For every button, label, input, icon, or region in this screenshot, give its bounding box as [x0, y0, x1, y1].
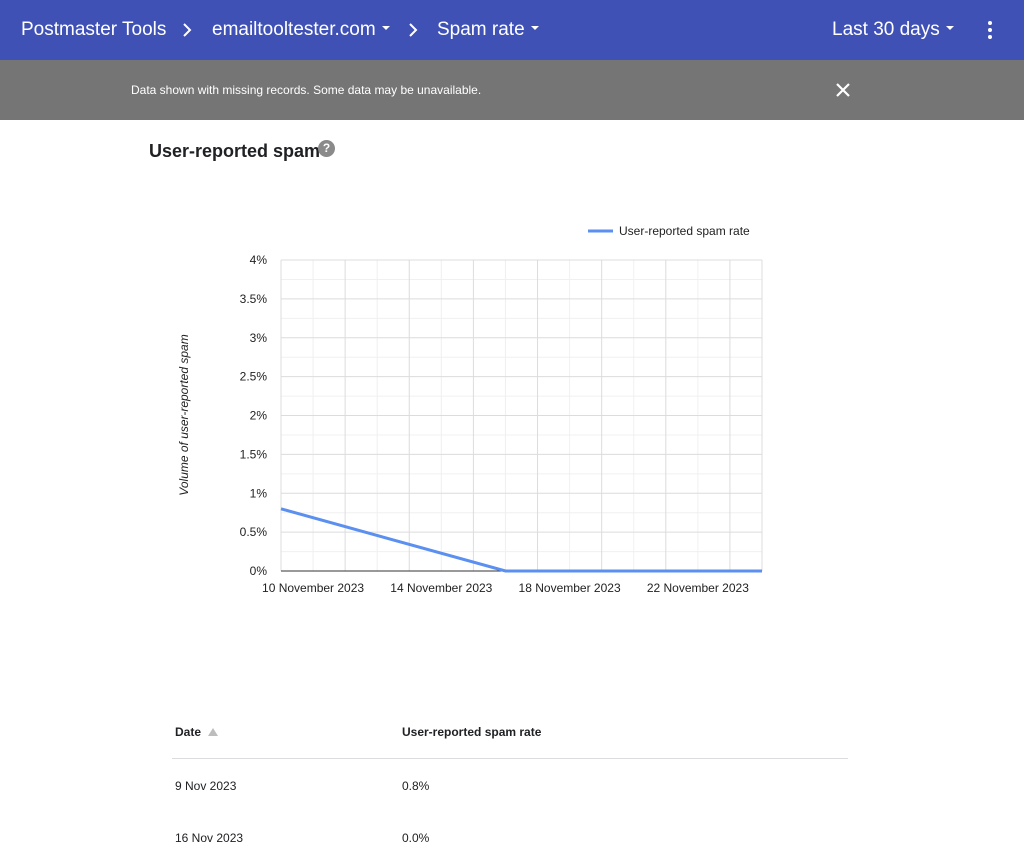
header-date-label: Date [175, 725, 202, 739]
page-title: User-reported spam [149, 141, 321, 161]
y-tick-label: 1.5% [240, 447, 268, 461]
table-header-date[interactable]: Date [175, 725, 219, 739]
notice-banner: Data shown with missing records. Some da… [0, 60, 1024, 120]
domain-label: emailtooltester.com [212, 19, 376, 40]
y-tick-label: 0% [250, 564, 268, 578]
top-app-bar: Postmaster Tools emailtooltester.com Spa… [0, 0, 1024, 60]
table-row-2-date: 16 Nov 2023 [175, 831, 244, 845]
banner-message: Data shown with missing records. Some da… [131, 83, 482, 97]
caret-down-icon [530, 25, 539, 30]
caret-down-icon [381, 25, 390, 30]
table-row-1-rate: 0.8% [402, 779, 430, 793]
more-options-icon[interactable] [982, 18, 998, 42]
y-tick-label: 3% [250, 331, 268, 345]
y-tick-label: 0.5% [240, 525, 268, 539]
x-tick-label: 14 November 2023 [390, 581, 492, 595]
help-icon[interactable]: ? [318, 140, 335, 157]
x-tick-label: 18 November 2023 [519, 581, 621, 595]
close-icon[interactable] [834, 81, 852, 99]
series-line-user-reported-spam-rate [280, 507, 762, 573]
chevron-right-icon [183, 23, 192, 37]
legend-label: User-reported spam rate [619, 224, 750, 238]
table-row-2-rate: 0.0% [402, 831, 430, 845]
y-tick-label: 1% [250, 486, 268, 500]
domain-selector[interactable]: emailtooltester.com [212, 0, 390, 60]
table-divider [172, 758, 848, 759]
y-tick-label: 3.5% [240, 292, 268, 306]
y-axis-title: Volume of user-reported spam [177, 334, 191, 495]
chevron-right-icon [409, 23, 418, 37]
table-header-rate[interactable]: User-reported spam rate [402, 725, 541, 739]
sort-ascending-icon [208, 728, 219, 736]
table-row-1-date: 9 Nov 2023 [175, 779, 237, 793]
section-label: Spam rate [437, 19, 525, 40]
caret-down-icon [945, 25, 954, 30]
section-selector[interactable]: Spam rate [437, 0, 539, 60]
date-range-label: Last 30 days [832, 19, 940, 40]
y-tick-label: 2% [250, 409, 268, 423]
x-tick-label: 22 November 2023 [647, 581, 749, 595]
app-title[interactable]: Postmaster Tools [21, 0, 166, 60]
y-tick-label: 4% [250, 253, 268, 267]
x-tick-label: 10 November 2023 [262, 581, 364, 595]
y-tick-label: 2.5% [240, 370, 268, 384]
date-range-selector[interactable]: Last 30 days [832, 0, 954, 60]
